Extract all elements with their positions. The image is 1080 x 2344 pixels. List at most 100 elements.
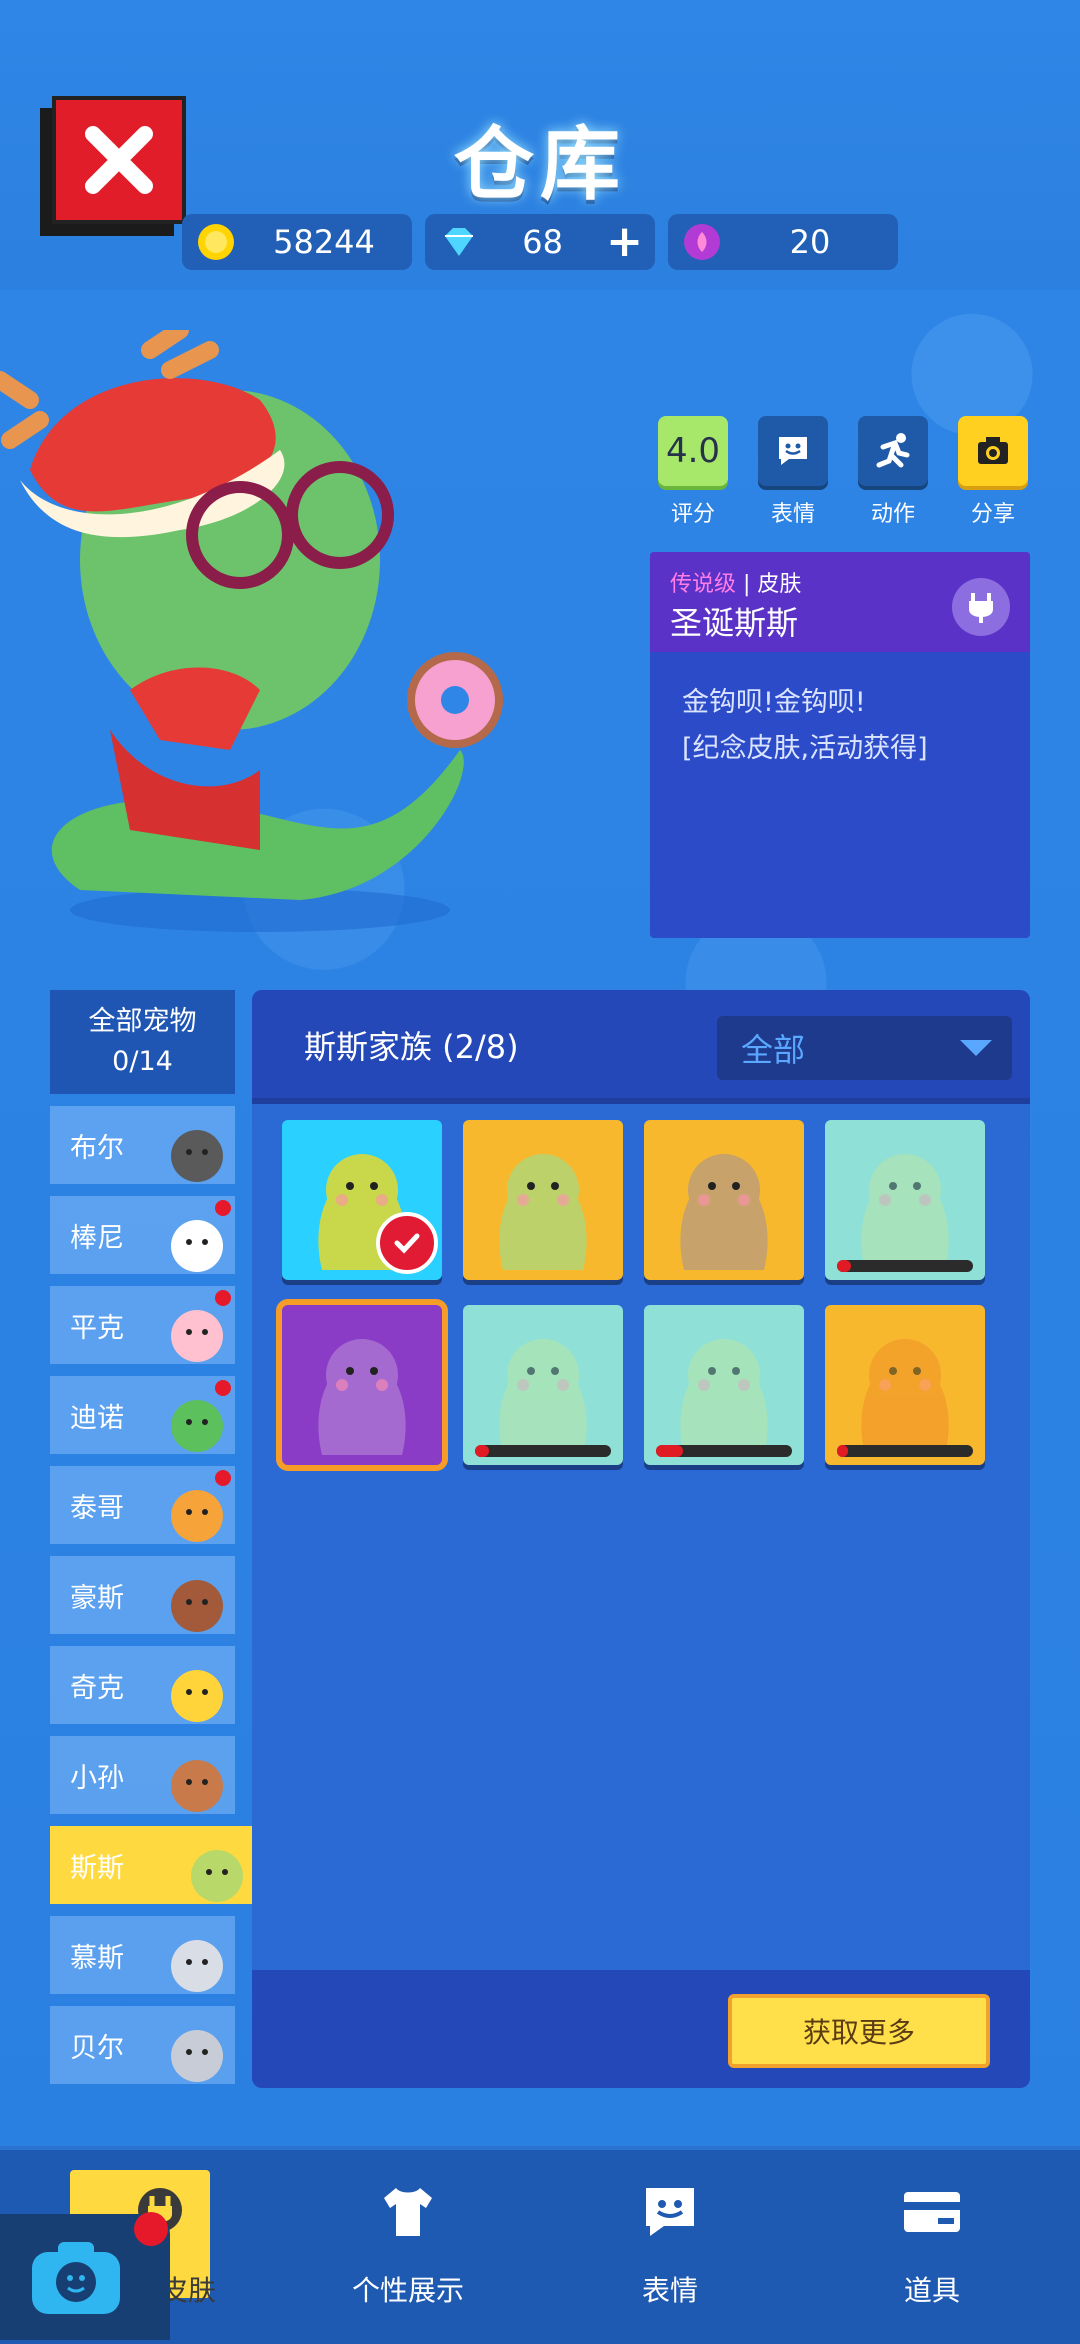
skin-panel: 斯斯家族 (2/8) 全部 获取更多 [252, 990, 1030, 2088]
sidebar-item-pet[interactable]: 慕斯 [50, 1916, 235, 1994]
pet-avatar-icon [171, 1580, 223, 1632]
page-title: 仓库 [454, 118, 626, 211]
skin-tile[interactable] [463, 1120, 623, 1280]
skin-illustration [318, 1339, 406, 1455]
tab-profile-label: 个性展示 [351, 2274, 464, 2307]
get-more-button[interactable]: 获取更多 [728, 1994, 990, 2068]
rating-value: 4.0 [665, 431, 721, 471]
sidebar-item-pet[interactable]: 平克 [50, 1286, 235, 1364]
checkmark-icon [376, 1212, 438, 1274]
coin-counter: 58244 [182, 214, 412, 270]
skin-card-header: 传说级 | 皮肤 圣诞斯斯 [650, 552, 1030, 652]
chevron-down-icon [960, 1040, 992, 1056]
progress-fill [656, 1445, 684, 1457]
notification-dot [215, 1470, 231, 1486]
filter-dropdown[interactable]: 全部 [717, 1016, 1012, 1080]
sidebar-item-pet[interactable]: 贝尔 [50, 2006, 235, 2084]
diamond-counter[interactable]: 68 + [425, 214, 655, 270]
share-label: 分享 [970, 502, 1015, 527]
coin-value: 58244 [273, 223, 375, 261]
unlock-progress-bar [475, 1445, 611, 1457]
card-icon [904, 2192, 960, 2232]
skin-type-label: 皮肤 [757, 572, 802, 597]
unlock-progress-bar [656, 1445, 792, 1457]
filter-value: 全部 [741, 1031, 806, 1069]
sidebar-item-pet[interactable]: 奇克 [50, 1646, 235, 1724]
pet-list: 布尔棒尼平克迪诺泰哥豪斯奇克小孙斯斯慕斯贝尔 [50, 1106, 273, 2084]
desc-line-2: [纪念皮肤,活动获得] [682, 733, 928, 764]
all-pets-button[interactable]: 全部宠物 0/14 [50, 990, 235, 1094]
pet-avatar-icon [171, 1760, 223, 1812]
sidebar-item-label: 布尔 [70, 1132, 124, 1164]
all-pets-label: 全部宠物 [88, 1006, 197, 1037]
rating-button[interactable]: 4.0 评分 [658, 416, 728, 528]
tab-emote-label: 表情 [641, 2274, 698, 2307]
plug-icon [952, 578, 1010, 636]
share-button[interactable]: 分享 [958, 416, 1028, 528]
tab-profile[interactable]: 个性展示 [318, 2150, 498, 2344]
skin-tile[interactable] [644, 1120, 804, 1280]
skin-illustration [680, 1339, 768, 1455]
action-button[interactable]: 动作 [858, 416, 928, 528]
sidebar-item-label: 慕斯 [70, 1942, 124, 1974]
sidebar-item-label: 泰哥 [70, 1492, 124, 1524]
skin-illustration [861, 1339, 949, 1455]
notification-dot [215, 1290, 231, 1306]
skin-illustration [499, 1339, 587, 1455]
pet-avatar-icon [171, 1130, 223, 1182]
emote-button[interactable]: 表情 [758, 416, 828, 528]
skin-tile[interactable] [463, 1305, 623, 1465]
emote-label: 表情 [770, 502, 815, 527]
sidebar-item-pet[interactable]: 泰哥 [50, 1466, 235, 1544]
camera-face-icon [32, 2242, 120, 2314]
tab-emote[interactable]: 表情 [580, 2150, 760, 2344]
notification-dot [134, 2212, 168, 2246]
pet-avatar-icon [171, 1940, 223, 1992]
run-icon [858, 416, 928, 486]
sidebar-item-label: 棒尼 [70, 1222, 124, 1254]
pet-avatar-icon [171, 2030, 223, 2082]
sidebar-item-label: 奇克 [70, 1672, 124, 1704]
emote-icon [758, 416, 828, 486]
sidebar-item-pet[interactable]: 棒尼 [50, 1196, 235, 1274]
rating-label: 评分 [670, 502, 715, 527]
skin-tile[interactable] [276, 1299, 448, 1471]
progress-fill [837, 1260, 851, 1272]
shirt-icon [384, 2188, 432, 2236]
rarity-label: 传说级 [670, 572, 737, 597]
sidebar-item-pet[interactable]: 豪斯 [50, 1556, 235, 1634]
add-diamond-icon[interactable]: + [606, 220, 643, 264]
lotus-counter: 20 [668, 214, 898, 270]
sidebar-item-pet[interactable]: 斯斯 [50, 1826, 273, 1904]
skin-rarity: 传说级 | 皮肤 [670, 572, 802, 597]
progress-fill [475, 1445, 489, 1457]
skin-illustration [680, 1154, 768, 1270]
coin-icon [198, 224, 234, 260]
diamond-icon [445, 228, 473, 256]
sidebar-item-label: 迪诺 [70, 1402, 124, 1434]
skin-info-card: 传说级 | 皮肤 圣诞斯斯 金钩呗!金钩呗! [纪念皮肤,活动获得] [650, 552, 1030, 938]
sidebar-item-label: 斯斯 [70, 1852, 124, 1884]
sidebar-item-label: 贝尔 [70, 2032, 124, 2064]
rating-badge: 4.0 [658, 416, 728, 486]
pet-avatar-icon [191, 1850, 243, 1902]
all-pets-count: 0/14 [112, 1046, 173, 1077]
tab-items[interactable]: 道具 [842, 2150, 1022, 2344]
desc-line-1: 金钩呗!金钩呗! [682, 687, 866, 718]
skin-tile[interactable] [825, 1120, 985, 1280]
progress-fill [837, 1445, 848, 1457]
pet-hero-illustration [0, 330, 503, 932]
notification-dot [215, 1200, 231, 1216]
floating-camera-button[interactable] [0, 2212, 170, 2340]
sidebar-item-pet[interactable]: 布尔 [50, 1106, 235, 1184]
sidebar-item-pet[interactable]: 小孙 [50, 1736, 235, 1814]
unlock-progress-bar [837, 1260, 973, 1272]
skin-name: 圣诞斯斯 [670, 604, 799, 642]
pet-avatar-icon [171, 1670, 223, 1722]
skin-tile[interactable] [644, 1305, 804, 1465]
skin-tile[interactable] [825, 1305, 985, 1465]
sidebar-item-pet[interactable]: 迪诺 [50, 1376, 235, 1454]
skin-tile[interactable] [282, 1120, 442, 1280]
sidebar-item-label: 小孙 [70, 1762, 124, 1794]
skin-illustration [499, 1154, 587, 1270]
